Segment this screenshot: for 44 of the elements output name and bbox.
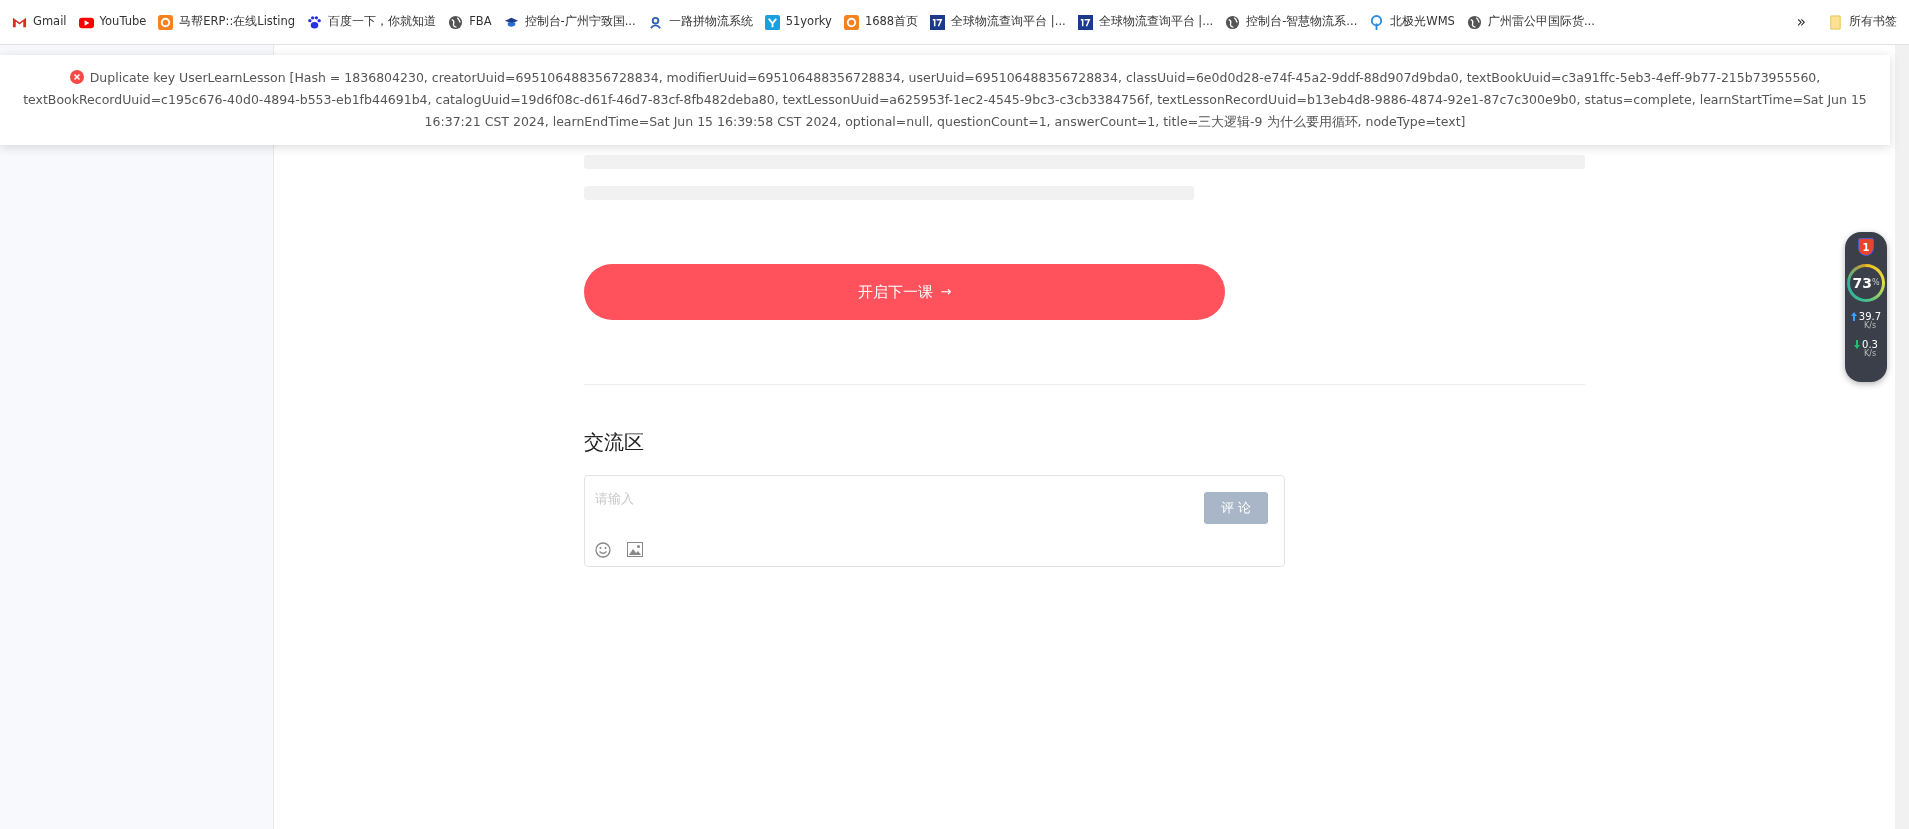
ring-logo-icon [158,14,174,30]
download-speed: 0.3 [1862,339,1878,350]
bookmark-link[interactable]: 百度一下，你就知道 [301,11,443,33]
percent-unit: % [1871,277,1880,287]
speed-unit: K/s [1863,322,1877,330]
bookmark-link[interactable]: Gmail [6,11,73,33]
bookmark-link[interactable]: 1688首页 [837,11,925,33]
globe-icon [1225,14,1241,30]
speed-unit: K/s [1863,350,1878,358]
download-arrow-icon [1854,340,1861,349]
bookmark-link[interactable]: 全球物流查询平台 |... [924,11,1072,33]
bookmark-link[interactable]: 控制台-广州宁致国... [497,11,642,33]
figure-icon [647,14,663,30]
bookmark-link[interactable]: 51yorky [758,11,838,33]
globe-icon [1466,14,1482,30]
bookmark-link[interactable]: YouTube [72,11,153,33]
bookmark-link[interactable]: FBA [442,11,498,33]
bookmark-link[interactable]: 北极光WMS [1363,11,1461,33]
emoji-icon[interactable] [595,542,611,558]
more-bookmarks-button[interactable]: » [1788,10,1814,34]
all-bookmarks-link[interactable]: 所有书签 [1822,11,1903,33]
error-icon [69,70,84,84]
bookmark-link[interactable]: 一路拼物流系统 [641,11,759,33]
section-title: 交流区 [584,429,645,456]
upload-arrow-icon [1850,312,1857,321]
letter-logo-icon [764,14,780,30]
bookmark-link[interactable]: 全球物流查询平台 |... [1071,11,1220,33]
image-icon[interactable] [627,542,643,557]
alert-badge: 1 [1858,238,1874,256]
bookmark-link[interactable]: 控制台-智慧物流系... [1219,11,1364,33]
scrollbar[interactable] [1895,45,1909,829]
paw-icon [307,14,323,30]
bookmark-link[interactable]: 马帮ERP::在线Listing [152,11,302,33]
globe-icon [448,14,464,30]
ring-logo-icon [843,14,859,30]
square-logo-icon [930,14,946,30]
error-message: Duplicate key UserLearnLesson [Hash = 1836804230, creatorUuid=695106488356728834, modifierUuid=695106488356728834, userUuid=695106488356728834, classUuid=6e0d0d28-e74f-45a2-9ddf-88d907d9bda0, textBookUuid=c3a91ffc-5eb3-4eff-9b77-215b73955560, textBookRecordUuid=c195c676-40d0-4894-b553-eb1fb44691b4, catalogUuid=19d6f08c-d61f-46d7-83cf-8fb482deba80, textLessonUuid=a625953f-1ec2-4545-9bc3-c3cb3384756f, textLessonRecordUuid=b13eb4d8-9886-4874-92e1-87c7c300e9b0, status=complete, learnStartTime=Sat Jun 15 16:37:21 CST 2024, learnEndTime=Sat Jun 15 16:39:58 CST 2024, optional=null, questionCount=1, answerCount=1, title=三大逻辑-9 为什么要用循环, nodeType=text] [22,69,1868,131]
folder-icon [1828,14,1843,30]
system-monitor-widget[interactable]: 1 73% 39.7 K/s 0.3 K/s [1845,232,1887,382]
memory-percent: 73 [1852,273,1872,293]
square-logo-icon [1077,14,1093,30]
pin-icon [1369,14,1385,30]
bookmark-link[interactable]: 广州雷公甲国际货... [1460,11,1601,33]
upload-speed: 39.7 [1858,311,1882,322]
